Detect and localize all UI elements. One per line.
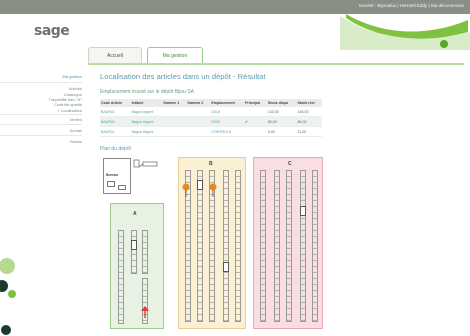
rack[interactable]	[312, 170, 318, 322]
top-bar-links: Société : Biprualux | Harrotel Eddy | Ma…	[359, 3, 464, 8]
col-gamme-2[interactable]: Gamme 2	[186, 99, 211, 107]
office-desk-icon	[107, 181, 115, 187]
cell-principal: ✔	[244, 116, 267, 127]
cell-stock-reel: 146,00	[296, 107, 322, 117]
table-header-row: Code Article Intitulé Gamme 1 Gamme 2 Em…	[100, 99, 322, 107]
zone-c-label: C	[288, 161, 292, 167]
table-row[interactable]: BAAR01 Bague Argent CONTROLE 0,00 11,00	[100, 126, 322, 137]
cell-emplacement[interactable]: D010	[210, 107, 245, 117]
cell-code-article[interactable]: BAAR01	[100, 116, 131, 127]
stock-location-marker[interactable]	[131, 240, 137, 250]
sidebar-divider	[0, 114, 82, 115]
sidebar-item-ma-gestion[interactable]: Ma gestion	[62, 74, 82, 79]
top-link-company[interactable]: Société : Biprualux	[359, 3, 397, 8]
rack[interactable]	[286, 170, 292, 322]
cell-gamme-2	[186, 126, 211, 137]
zone-c[interactable]: C	[253, 157, 323, 329]
cell-gamme-1	[162, 107, 187, 117]
office-legend: Bureau	[103, 158, 131, 194]
sidebar-divider	[0, 82, 82, 83]
stock-location-marker[interactable]	[223, 262, 229, 272]
cell-gamme-1	[162, 126, 187, 137]
col-stock-reel[interactable]: Stock réel	[296, 99, 322, 107]
rack[interactable]	[223, 170, 229, 322]
office-label: Bureau	[106, 173, 119, 177]
tab-ma-gestion[interactable]: Ma gestion	[147, 47, 203, 63]
sidebar-divider	[0, 135, 82, 136]
cell-emplacement[interactable]: CONTROLE	[210, 126, 245, 137]
swoosh-label[interactable]: Ma sélection	[394, 22, 416, 27]
zone-a-label: A	[133, 211, 137, 217]
rack[interactable]	[274, 170, 280, 322]
cell-stock-dispo: 80,00	[266, 116, 297, 127]
col-emplacement[interactable]: Emplacement	[210, 99, 245, 107]
cell-stock-dispo: 0,00	[266, 126, 297, 137]
cell-stock-reel: 11,00	[296, 126, 322, 137]
col-intitule[interactable]: Intitulé	[130, 99, 163, 107]
sidebar-divider	[0, 124, 82, 125]
plan-title: Plan du dépôt	[100, 146, 131, 152]
results-subtitle: Emplacement trouvé sur le dépôt Bijou SA	[100, 89, 194, 95]
top-link-user[interactable]: Harrotel Eddy	[400, 3, 428, 8]
sidebar-item-articles[interactable]: Articles	[69, 86, 82, 91]
rack[interactable]	[300, 170, 306, 322]
table-row[interactable]: BAAR01 Bague Argent D002 ✔ 80,00 85,00	[100, 116, 322, 127]
col-principal[interactable]: Principal	[244, 99, 267, 107]
cell-principal	[244, 107, 267, 117]
sage-logo[interactable]: sage	[34, 23, 70, 39]
cell-code-article[interactable]: BAAR01	[100, 107, 131, 117]
col-gamme-1[interactable]: Gamme 1	[162, 99, 187, 107]
decorative-leaves	[0, 258, 16, 335]
zone-b-label: B	[209, 161, 213, 167]
stock-location-marker[interactable]	[300, 206, 306, 216]
col-code-article[interactable]: Code Article	[100, 99, 131, 107]
cell-stock-dispo: 143,00	[266, 107, 297, 117]
col-stock-dispo[interactable]: Stock dispo	[266, 99, 297, 107]
cell-intitule[interactable]: Bague Argent	[130, 107, 163, 117]
sidebar-item-localisation[interactable]: > Localisation	[57, 108, 82, 113]
found-location-pins	[182, 183, 217, 197]
cell-principal	[244, 126, 267, 137]
door-icon	[133, 159, 158, 168]
cell-gamme-1	[162, 116, 187, 127]
brand-swoosh: Ma sélection	[340, 14, 470, 50]
cell-stock-reel: 85,00	[296, 116, 322, 127]
cell-gamme-2	[186, 116, 211, 127]
tab-accueil[interactable]: Accueil	[88, 47, 142, 63]
rack[interactable]	[142, 230, 148, 274]
location-pin-icon	[182, 183, 190, 191]
table-row[interactable]: BAAR01 Bague Argent D010 143,00 146,00	[100, 107, 322, 117]
rack[interactable]	[131, 230, 137, 274]
sidebar-item-achats[interactable]: Achats	[70, 128, 82, 133]
results-table: Code Article Intitulé Gamme 1 Gamme 2 Em…	[100, 99, 322, 137]
cell-emplacement[interactable]: D002	[210, 116, 245, 127]
office-desk-icon	[118, 185, 126, 190]
sidebar-item-controle-qualite[interactable]: Contrôle qualité	[54, 102, 82, 107]
top-link-logout[interactable]: Ma déconnexion	[431, 3, 464, 8]
zone-a[interactable]: A	[110, 203, 164, 329]
cell-intitule[interactable]: Bague Argent	[130, 116, 163, 127]
cell-code-article[interactable]: BAAR01	[100, 126, 131, 137]
location-pin-icon	[209, 183, 217, 191]
rack[interactable]	[260, 170, 266, 322]
page-title: Localisation des articles dans un dépôt …	[100, 72, 266, 81]
rack[interactable]	[118, 230, 124, 324]
content-top-rule	[88, 63, 464, 65]
cell-intitule[interactable]: Bague Argent	[130, 126, 163, 137]
entrance-arrow-icon	[141, 306, 149, 318]
rack[interactable]	[235, 170, 241, 322]
sidebar-item-ventes[interactable]: Ventes	[70, 117, 82, 122]
cell-gamme-2	[186, 107, 211, 117]
sidebar-item-stocks[interactable]: Stocks	[70, 139, 82, 144]
